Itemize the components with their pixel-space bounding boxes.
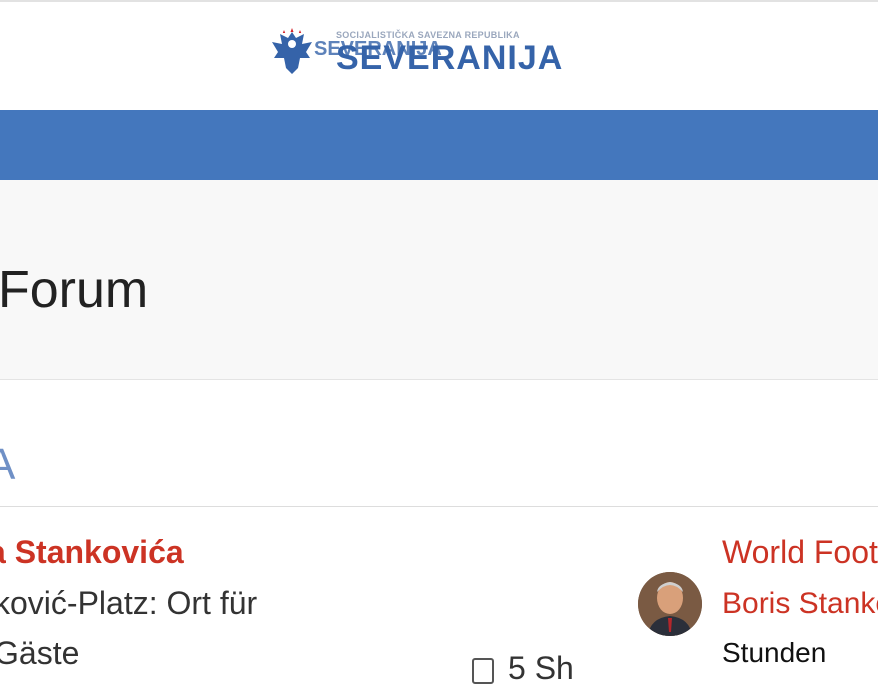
section-divider: [0, 506, 878, 507]
site-header: SEVERANIJA SOCIJALISTIČKA SAVEZNA REPUBL…: [0, 2, 878, 110]
avatar[interactable]: [638, 572, 702, 636]
main-navbar: [0, 110, 878, 180]
eagle-emblem-icon: [272, 28, 312, 74]
comment-icon: [472, 657, 494, 684]
forum-post-excerpt: ković-Platz: Ort für Gäste: [0, 585, 258, 671]
post-stat-text: 5 Sh: [508, 650, 574, 686]
page-title-band: Forum: [0, 180, 878, 380]
user-portrait-icon: [638, 572, 702, 636]
section-letter[interactable]: A: [0, 440, 15, 490]
forum-post-title-link[interactable]: a Stankovića: [0, 532, 184, 572]
logo-title: SEVERANIJA: [336, 39, 564, 77]
sidebar-timestamp: Stunden: [722, 637, 827, 668]
post-stat: 5 Sh: [472, 650, 574, 687]
site-logo[interactable]: SEVERANIJA SOCIJALISTIČKA SAVEZNA REPUBL…: [270, 26, 570, 80]
page-title: Forum: [0, 261, 149, 319]
sidebar-author-link[interactable]: Boris Stanko: [722, 586, 878, 622]
sidebar-topic-link[interactable]: World Foot: [722, 532, 878, 572]
